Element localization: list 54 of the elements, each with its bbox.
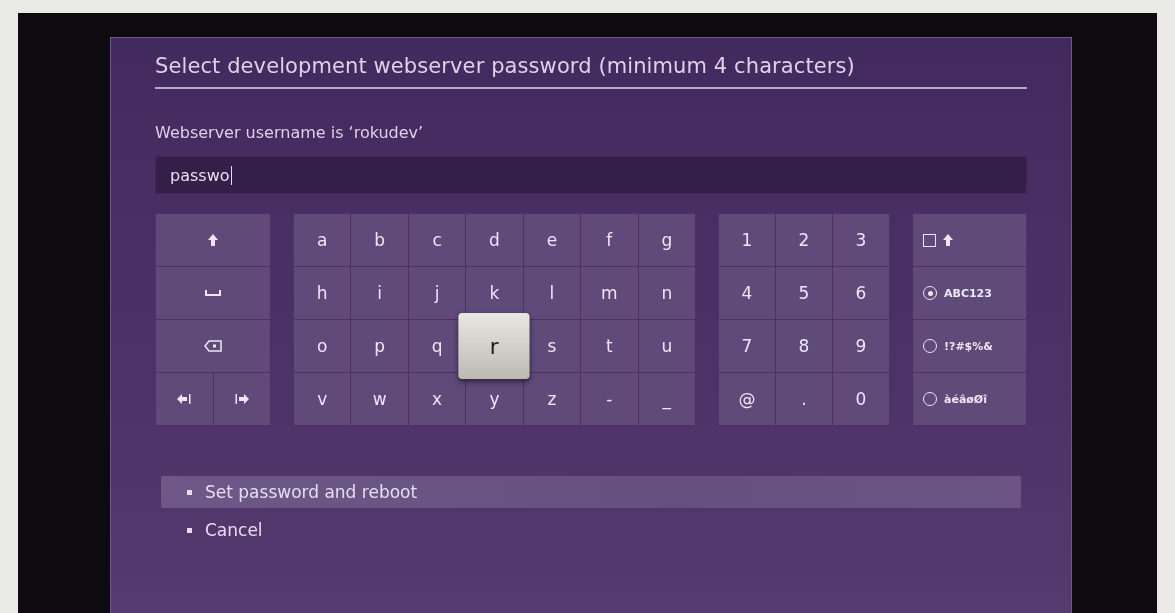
letter-key[interactable]: l xyxy=(523,267,581,319)
letter-key[interactable]: x xyxy=(408,373,466,425)
letter-key[interactable]: - xyxy=(581,373,638,425)
letter-key[interactable]: u xyxy=(638,320,695,372)
letter-key[interactable]: c xyxy=(408,214,466,266)
letter-key[interactable]: v xyxy=(294,373,351,425)
number-key[interactable]: 3 xyxy=(833,214,889,266)
mode-label: àéâøØî xyxy=(944,392,987,406)
arrow-left-icon xyxy=(177,394,192,404)
mode-label: ABC123 xyxy=(944,286,992,300)
letter-key[interactable]: b xyxy=(351,214,408,266)
letter-key[interactable]: i xyxy=(351,267,408,319)
number-key[interactable]: 2 xyxy=(776,214,832,266)
letter-key[interactable]: r xyxy=(458,313,531,379)
number-key[interactable]: 0 xyxy=(833,373,889,425)
letter-key[interactable]: o xyxy=(294,320,351,372)
letter-key[interactable]: h xyxy=(294,267,351,319)
space-icon xyxy=(205,290,221,296)
mode-key[interactable]: !?#$%& xyxy=(913,320,1026,372)
number-key[interactable]: 1 xyxy=(719,214,775,266)
number-key[interactable]: 5 xyxy=(776,267,832,319)
number-key[interactable]: 4 xyxy=(719,267,775,319)
letter-key[interactable]: m xyxy=(581,267,638,319)
number-key[interactable]: 9 xyxy=(833,320,889,372)
username-note: Webserver username is ‘rokudev’ xyxy=(155,123,425,142)
number-key[interactable]: @ xyxy=(719,373,775,425)
mode-key[interactable]: ABC123 xyxy=(913,267,1026,319)
letter-key[interactable]: t xyxy=(581,320,638,372)
menu-item[interactable]: Set password and reboot xyxy=(161,476,1021,508)
number-key[interactable]: 6 xyxy=(833,267,889,319)
letter-key[interactable]: p xyxy=(351,320,408,372)
letter-key[interactable]: a xyxy=(294,214,351,266)
checkbox[interactable] xyxy=(923,233,936,247)
shift-arrow-icon xyxy=(943,234,953,246)
letter-key[interactable]: g xyxy=(638,214,695,266)
number-key[interactable]: . xyxy=(776,373,832,425)
menu-item[interactable]: Cancel xyxy=(161,514,1021,546)
backspace-icon xyxy=(204,340,222,352)
arrow-right-icon xyxy=(234,394,249,404)
letter-key[interactable]: f xyxy=(581,214,638,266)
mode-label: !?#$%& xyxy=(944,339,993,353)
mode-key[interactable]: àéâøØî xyxy=(913,373,1026,425)
letter-key[interactable]: n xyxy=(638,267,695,319)
letter-key[interactable]: _ xyxy=(638,373,695,425)
password-field[interactable]: passwo xyxy=(155,156,1027,194)
letter-key[interactable]: j xyxy=(408,267,466,319)
shift-arrow-icon xyxy=(208,234,218,246)
letter-key[interactable]: z xyxy=(523,373,581,425)
dialog-title: Select development webserver password (minimum 4 characters) xyxy=(155,54,1027,89)
letter-key[interactable]: d xyxy=(466,214,523,266)
letter-key[interactable]: e xyxy=(523,214,581,266)
letter-key[interactable]: w xyxy=(351,373,408,425)
number-key[interactable]: 8 xyxy=(776,320,832,372)
number-key[interactable]: 7 xyxy=(719,320,775,372)
